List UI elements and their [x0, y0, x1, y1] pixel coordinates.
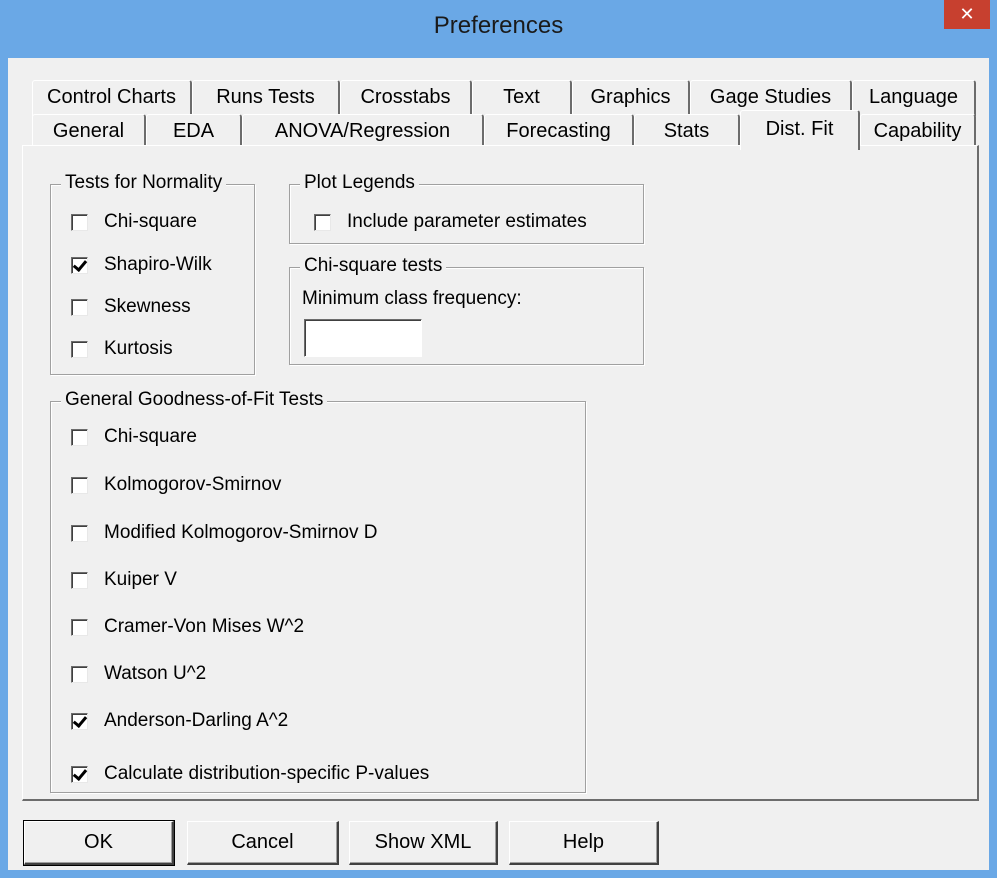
checkbox-box[interactable] [71, 298, 88, 316]
tab-text[interactable]: Text [472, 80, 572, 116]
checkbox-box[interactable] [71, 213, 88, 231]
gof-watson-u2-checkbox[interactable]: Watson U^2 [71, 661, 206, 687]
group-title: Chi-square tests [300, 255, 447, 277]
tab-label: General [52, 120, 125, 142]
checkbox-box[interactable] [71, 476, 88, 494]
help-button[interactable]: Help [509, 821, 659, 865]
checkbox-label: Chi-square [104, 211, 197, 232]
tab-label: Capability [873, 120, 962, 142]
tab-control-charts[interactable]: Control Charts [32, 80, 192, 116]
checkbox-box[interactable] [71, 712, 88, 730]
tab-label: Forecasting [506, 120, 611, 142]
minimum-class-frequency-label: Minimum class frequency: [302, 288, 522, 309]
gof-chi-square-checkbox[interactable]: Chi-square [71, 424, 197, 450]
minimum-class-frequency-input[interactable] [304, 319, 422, 357]
tab-label: Dist. Fit [765, 118, 834, 140]
checkbox-box[interactable] [71, 665, 88, 683]
checkbox-box[interactable] [314, 213, 331, 231]
plot-legends-group: Plot Legends Include parameter estimates [289, 172, 644, 244]
checkbox-label: Shapiro-Wilk [104, 254, 212, 275]
button-label: Help [562, 831, 605, 853]
checkbox-box[interactable] [71, 524, 88, 542]
checkbox-box[interactable] [71, 571, 88, 589]
normality-chi-square-checkbox[interactable]: Chi-square [71, 209, 197, 235]
tab-label: Stats [663, 120, 710, 142]
tab-label: ANOVA/Regression [274, 120, 451, 142]
tab-label: Runs Tests [216, 86, 315, 108]
checkbox-box[interactable] [71, 256, 88, 274]
checkbox-label: Cramer-Von Mises W^2 [104, 616, 305, 637]
button-label: OK [84, 831, 113, 853]
checkbox-label: Chi-square [104, 426, 197, 447]
tab-label: EDA [172, 120, 215, 142]
gof-anderson-darling-checkbox[interactable]: Anderson-Darling A^2 [71, 708, 288, 734]
gof-cramer-von-mises-checkbox[interactable]: Cramer-Von Mises W^2 [71, 614, 304, 640]
normality-kurtosis-checkbox[interactable]: Kurtosis [71, 336, 173, 362]
tab-dist-fit[interactable]: Dist. Fit [740, 110, 860, 150]
button-label: Cancel [231, 831, 294, 853]
gof-modified-kolmogorov-smirnov-checkbox[interactable]: Modified Kolmogorov-Smirnov D [71, 520, 378, 546]
checkbox-label: Kolmogorov-Smirnov [104, 474, 282, 495]
chi-square-tests-group: Chi-square tests Minimum class frequency… [289, 255, 644, 365]
checkbox-label: Calculate distribution-specific P-values [104, 763, 430, 784]
tab-crosstabs[interactable]: Crosstabs [340, 80, 472, 116]
tab-label: Language [869, 86, 958, 108]
show-xml-button[interactable]: Show XML [349, 821, 498, 865]
group-title: Tests for Normality [61, 172, 227, 194]
tab-runs-tests[interactable]: Runs Tests [192, 80, 340, 116]
tab-label: Text [503, 86, 540, 108]
tab-graphics[interactable]: Graphics [572, 80, 690, 116]
ok-button[interactable]: OK [23, 820, 175, 866]
close-icon: ✕ [959, 4, 975, 24]
checkbox-label: Anderson-Darling A^2 [104, 710, 289, 731]
checkbox-box[interactable] [71, 618, 88, 636]
checkbox-box[interactable] [71, 340, 88, 358]
title-bar[interactable]: Preferences ✕ [0, 0, 997, 58]
button-label: Show XML [374, 831, 472, 853]
checkbox-label: Kurtosis [104, 338, 173, 359]
gof-kuiper-v-checkbox[interactable]: Kuiper V [71, 567, 177, 593]
normality-shapiro-wilk-checkbox[interactable]: Shapiro-Wilk [71, 252, 212, 278]
gof-kolmogorov-smirnov-checkbox[interactable]: Kolmogorov-Smirnov [71, 472, 281, 498]
calculate-p-values-checkbox[interactable]: Calculate distribution-specific P-values [71, 761, 429, 787]
window-title: Preferences [433, 12, 564, 39]
goodness-of-fit-group: General Goodness-of-Fit Tests Chi-square… [50, 389, 586, 793]
normality-skewness-checkbox[interactable]: Skewness [71, 294, 191, 320]
close-button[interactable]: ✕ [944, 0, 990, 29]
tab-label: Gage Studies [709, 86, 832, 108]
checkbox-label: Include parameter estimates [347, 211, 587, 232]
include-parameter-estimates-checkbox[interactable]: Include parameter estimates [314, 209, 587, 235]
tab-label: Control Charts [47, 86, 176, 108]
group-title: General Goodness-of-Fit Tests [61, 389, 328, 411]
checkbox-label: Skewness [104, 296, 191, 317]
checkbox-label: Kuiper V [104, 569, 177, 590]
group-title: Plot Legends [300, 172, 419, 194]
tests-for-normality-group: Tests for Normality Chi-square Shapiro-W… [50, 172, 255, 375]
checkbox-box[interactable] [71, 765, 88, 783]
checkbox-label: Watson U^2 [104, 663, 207, 684]
tab-language[interactable]: Language [852, 80, 976, 116]
checkbox-label: Modified Kolmogorov-Smirnov D [104, 522, 378, 543]
dist-fit-panel: Tests for Normality Chi-square Shapiro-W… [22, 145, 979, 801]
tab-label: Graphics [590, 86, 671, 108]
cancel-button[interactable]: Cancel [187, 821, 339, 865]
checkbox-box[interactable] [71, 428, 88, 446]
tab-label: Crosstabs [360, 86, 451, 108]
